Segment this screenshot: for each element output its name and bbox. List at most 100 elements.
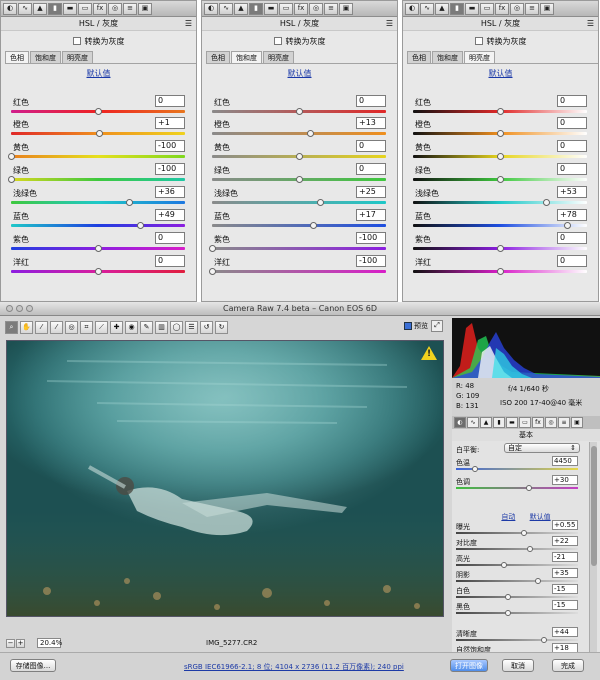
slider-value-input[interactable]: +17 <box>356 209 386 221</box>
hsl-subtab-1[interactable]: 饱和度 <box>432 51 463 63</box>
scrollbar-thumb[interactable] <box>591 446 597 566</box>
slider-thumb[interactable] <box>526 485 533 491</box>
slider-thumb[interactable] <box>496 245 504 252</box>
photo-preview[interactable]: ! <box>6 340 444 617</box>
slider-thumb[interactable] <box>94 108 102 115</box>
slider-thumb[interactable] <box>209 268 216 275</box>
radial-filter-icon[interactable]: ◯ <box>170 320 183 334</box>
panel-tab-icon-0[interactable]: ◐ <box>405 2 419 15</box>
grayscale-checkbox[interactable] <box>72 37 81 45</box>
slider-track[interactable] <box>11 155 185 158</box>
panel-tab-icon-1[interactable]: ∿ <box>219 2 233 15</box>
slider-track[interactable] <box>456 532 578 534</box>
slider-track[interactable] <box>456 612 578 614</box>
split-toning-tab-icon[interactable]: ▬ <box>506 417 518 428</box>
slider-thumb[interactable] <box>317 199 325 206</box>
minimize-window-button[interactable] <box>16 305 23 312</box>
white-balance-select[interactable]: 自定 ⇕ <box>504 443 580 453</box>
slider-thumb[interactable] <box>8 176 15 183</box>
slider-value-input[interactable]: 0 <box>557 117 587 129</box>
slider-thumb[interactable] <box>295 108 303 115</box>
color-sampler-tool-icon[interactable]: ⁄ <box>50 320 63 334</box>
panel-tab-icon-0[interactable]: ◐ <box>3 2 17 15</box>
slider-value-input[interactable]: 0 <box>155 232 185 244</box>
slider-thumb[interactable] <box>95 130 103 137</box>
slider-thumb[interactable] <box>496 108 504 115</box>
zoom-out-icon[interactable]: − <box>6 638 15 648</box>
slider-track[interactable] <box>11 201 185 204</box>
slider-thumb[interactable] <box>542 199 550 206</box>
slider-value-input[interactable]: +53 <box>557 186 587 198</box>
hsl-subtab-2[interactable]: 明亮度 <box>263 51 294 63</box>
panel-tab-icon-3[interactable]: ▮ <box>249 2 263 15</box>
slider-thumb[interactable] <box>8 153 15 160</box>
slider-value-input[interactable]: 0 <box>356 163 386 175</box>
slider-track[interactable] <box>212 224 386 227</box>
zoom-window-button[interactable] <box>26 305 33 312</box>
default-link[interactable]: 默认值 <box>403 68 598 80</box>
done-button[interactable]: 完成 <box>552 659 584 672</box>
grayscale-checkbox[interactable] <box>273 37 282 45</box>
panel-tab-icon-0[interactable]: ◐ <box>204 2 218 15</box>
workflow-options-link[interactable]: sRGB IEC61966-2.1; 8 位; 4104 x 2736 (11.… <box>184 662 404 672</box>
panel-tab-icon-9[interactable]: ▣ <box>339 2 353 15</box>
panel-tab-icon-3[interactable]: ▮ <box>48 2 62 15</box>
zoom-tool-icon[interactable]: ⌕ <box>5 320 18 334</box>
slider-thumb[interactable] <box>504 610 511 616</box>
slider-track[interactable] <box>456 596 578 598</box>
slider-thumb[interactable] <box>496 268 504 275</box>
slider-thumb[interactable] <box>564 222 572 229</box>
slider-thumb[interactable] <box>137 222 145 229</box>
panel-tab-icon-5[interactable]: ▭ <box>279 2 293 15</box>
slider-track[interactable] <box>456 487 578 489</box>
lens-corrections-tab-icon[interactable]: ▭ <box>519 417 531 428</box>
graduated-filter-icon[interactable]: ▥ <box>155 320 168 334</box>
hsl-subtab-2[interactable]: 明亮度 <box>62 51 93 63</box>
slider-value-input[interactable]: +1 <box>155 117 185 129</box>
slider-value-input[interactable]: +36 <box>155 186 185 198</box>
hsl-subtab-0[interactable]: 色相 <box>5 51 29 63</box>
slider-value-input[interactable]: +25 <box>356 186 386 198</box>
slider-value-input[interactable]: +78 <box>557 209 587 221</box>
panel-tab-icon-2[interactable]: ▲ <box>435 2 449 15</box>
panel-tab-icon-5[interactable]: ▭ <box>480 2 494 15</box>
panel-tab-icon-5[interactable]: ▭ <box>78 2 92 15</box>
slider-thumb[interactable] <box>496 176 504 183</box>
open-image-button[interactable]: 打开图像 <box>450 659 488 672</box>
hsl-subtab-1[interactable]: 饱和度 <box>30 51 61 63</box>
close-window-button[interactable] <box>6 305 13 312</box>
slider-thumb[interactable] <box>125 199 133 206</box>
panel-tab-icon-8[interactable]: ≡ <box>324 2 338 15</box>
panel-tab-icon-6[interactable]: fx <box>495 2 509 15</box>
default-link[interactable]: 默认值 <box>530 513 551 521</box>
fullscreen-icon[interactable]: ⤢ <box>431 320 443 332</box>
slider-value-input[interactable]: 0 <box>557 163 587 175</box>
slider-thumb[interactable] <box>94 268 102 275</box>
slider-value-input[interactable]: -15 <box>552 600 578 610</box>
slider-track[interactable] <box>456 639 578 641</box>
slider-thumb[interactable] <box>540 637 547 643</box>
slider-value-input[interactable]: -100 <box>356 255 386 267</box>
slider-value-input[interactable]: +22 <box>552 536 578 546</box>
panel-tab-icon-7[interactable]: ◎ <box>510 2 524 15</box>
default-link[interactable]: 默认值 <box>202 68 397 80</box>
panel-tab-icon-8[interactable]: ≡ <box>123 2 137 15</box>
slider-track[interactable] <box>456 548 578 550</box>
slider-track[interactable] <box>11 178 185 181</box>
slider-value-input[interactable]: -100 <box>356 232 386 244</box>
hsl-subtab-0[interactable]: 色相 <box>206 51 230 63</box>
slider-thumb[interactable] <box>471 466 478 472</box>
hsl-tab-icon[interactable]: ▮ <box>493 417 505 428</box>
slider-track[interactable] <box>212 132 386 135</box>
slider-thumb[interactable] <box>310 222 318 229</box>
slider-thumb[interactable] <box>527 546 534 552</box>
grayscale-checkbox[interactable] <box>474 37 483 45</box>
slider-track[interactable] <box>456 580 578 582</box>
slider-value-input[interactable]: +44 <box>552 627 578 637</box>
panel-tab-icon-8[interactable]: ≡ <box>525 2 539 15</box>
panel-tab-icon-9[interactable]: ▣ <box>540 2 554 15</box>
auto-link[interactable]: 自动 <box>501 513 515 521</box>
slider-value-input[interactable]: -21 <box>552 552 578 562</box>
preferences-icon[interactable]: ☰ <box>185 320 198 334</box>
panel-tab-icon-7[interactable]: ◎ <box>108 2 122 15</box>
